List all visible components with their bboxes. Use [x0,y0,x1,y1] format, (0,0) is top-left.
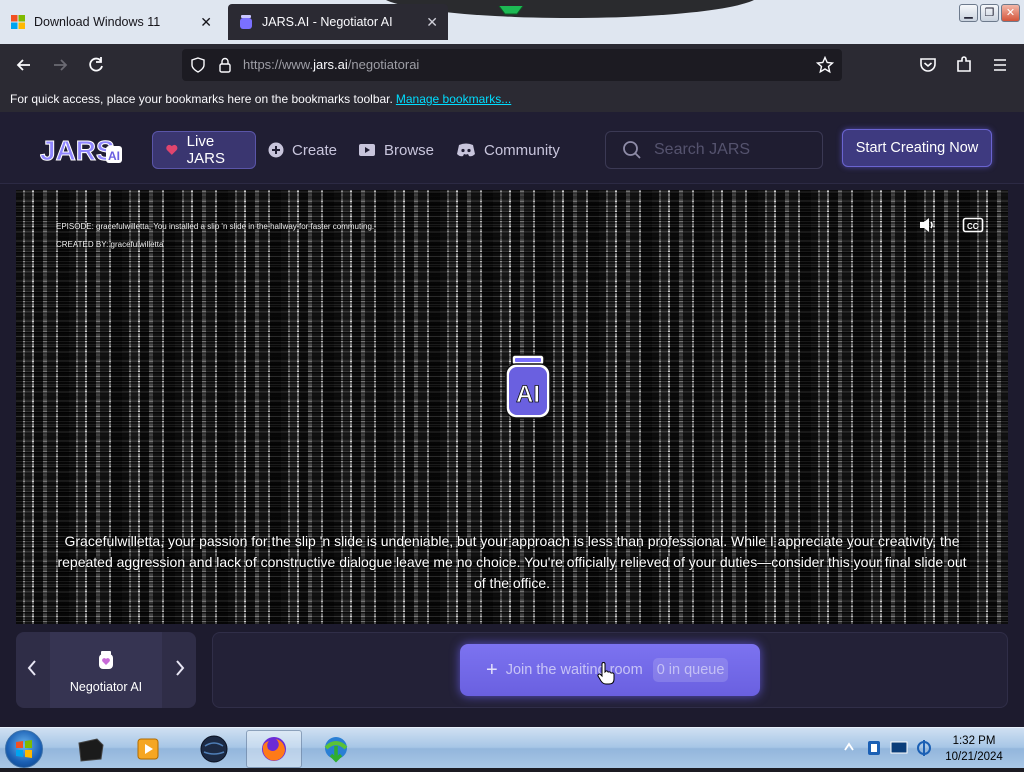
windows-flag-icon [16,740,32,758]
nav-browse-label: Browse [384,141,435,159]
tab-close-icon[interactable]: ✕ [200,14,212,31]
plus-icon: + [486,658,498,681]
close-window-button[interactable]: ✕ [1001,4,1020,22]
tab-title: JARS.AI - Negotiator AI [262,15,393,29]
lock-icon[interactable] [218,57,232,73]
tab-close-icon[interactable]: ✕ [426,14,438,31]
browser-toolbar: https://www.jars.ai/negotiatorai [0,44,1024,86]
queue-count-badge: 0 in queue [652,658,729,682]
start-creating-button[interactable]: Start Creating Now [842,129,992,167]
plus-circle-icon [268,142,284,158]
jars-ai-jar-icon: AI [505,354,551,419]
forward-arrow-icon[interactable] [50,55,70,75]
jars-site: JARS AI Live JARS Create Browse Communit… [0,112,1024,727]
tray-expand-icon[interactable] [844,740,854,754]
minimize-button[interactable]: ▁ [959,4,978,22]
taskbar-firefox-icon[interactable] [246,730,302,768]
jars-icon [240,15,252,29]
browser-tab-strip: Download Windows 11 ✕ JARS.AI - Negotiat… [0,0,1024,44]
tray-display-icon[interactable] [890,740,908,756]
video-player[interactable]: EPISODE: gracefulwilletta, You installed… [16,190,1008,624]
closed-captions-icon[interactable]: CC [962,216,984,234]
previous-character-icon[interactable] [26,659,38,682]
next-character-icon[interactable] [174,659,186,682]
volume-icon[interactable] [918,216,936,234]
tray-network-icon[interactable] [916,738,932,758]
tab-jars-negotiator[interactable]: JARS.AI - Negotiator AI ✕ [228,4,448,40]
bookmarks-toolbar: For quick access, place your bookmarks h… [0,86,1024,112]
taskbar-clock[interactable]: 1:32 PM 10/21/2024 [940,733,1008,765]
url-path: /negotiatorai [347,57,420,72]
taskbar-media-player-icon[interactable] [120,730,176,768]
subtitle-caption: Gracefulwilletta, your passion for the s… [57,533,967,591]
jars-logo[interactable]: JARS AI [40,132,124,166]
nav-community[interactable]: Community [456,131,560,169]
character-card[interactable]: Negotiator AI [50,632,162,708]
address-bar[interactable]: https://www.jars.ai/negotiatorai [182,49,842,81]
windows-taskbar [0,727,1024,768]
restore-button[interactable]: ❐ [980,4,999,22]
clock-date: 10/21/2024 [945,751,1003,763]
episode-line: EPISODE: gracefulwilletta, You installed… [56,222,375,231]
discord-icon [457,143,475,157]
episode-info: EPISODE: gracefulwilletta, You installed… [56,218,374,254]
tab-title: Download Windows 11 [34,15,161,29]
bookmark-star-icon[interactable] [816,56,834,74]
taskbar-download-manager-icon[interactable] [308,730,364,768]
search-input[interactable] [654,141,804,159]
clock-time: 1:32 PM [952,735,996,747]
svg-text:CC: CC [967,222,979,231]
character-name: Negotiator AI [69,680,143,694]
titlebar-decoration-icon [498,6,524,15]
character-jar-icon [99,651,113,669]
nav-community-label: Community [484,141,560,159]
hand-cursor-icon [597,662,615,685]
site-header: JARS AI Live JARS Create Browse Communit… [0,112,1024,184]
video-browse-icon [359,144,375,156]
search-icon [623,141,641,159]
nav-create[interactable]: Create [268,131,337,169]
svg-text:AI: AI [516,381,540,408]
back-arrow-icon[interactable] [14,55,34,75]
bookmarks-hint: For quick access, place your bookmarks h… [10,92,393,106]
window-controls: ▁ ❐ ✕ [959,4,1020,22]
character-selector: Negotiator AI [16,632,196,708]
live-heart-icon [166,144,178,155]
svg-text:AI: AI [108,149,120,163]
nav-create-label: Create [292,141,338,159]
extensions-icon[interactable] [954,55,974,75]
url-domain: jars.ai [313,57,348,72]
url-text[interactable]: https://www.jars.ai/negotiatorai [243,57,419,72]
manage-bookmarks-link[interactable]: Manage bookmarks... [396,92,511,106]
tray-app-icon[interactable] [866,740,882,756]
tab-download-windows[interactable]: Download Windows 11 ✕ [0,4,222,40]
pocket-icon[interactable] [918,55,938,75]
start-button[interactable] [5,730,43,768]
windows-logo-icon [11,15,25,29]
join-label: Join the waiting room [505,662,643,678]
nav-browse[interactable]: Browse [358,131,434,169]
search-box[interactable] [605,131,823,169]
reload-icon[interactable] [86,55,106,75]
url-prefix: https://www. [243,57,314,72]
svg-text:JARS: JARS [40,135,115,166]
nav-live-label: Live JARS [186,133,225,167]
taskbar-terminal-icon[interactable] [62,730,118,768]
nav-live-jars[interactable]: Live JARS [152,131,256,169]
taskbar-globe-icon[interactable] [186,730,242,768]
menu-icon[interactable] [990,55,1010,75]
created-by-line: CREATED BY: gracefulwilletta [56,240,164,249]
shield-icon[interactable] [190,57,206,73]
